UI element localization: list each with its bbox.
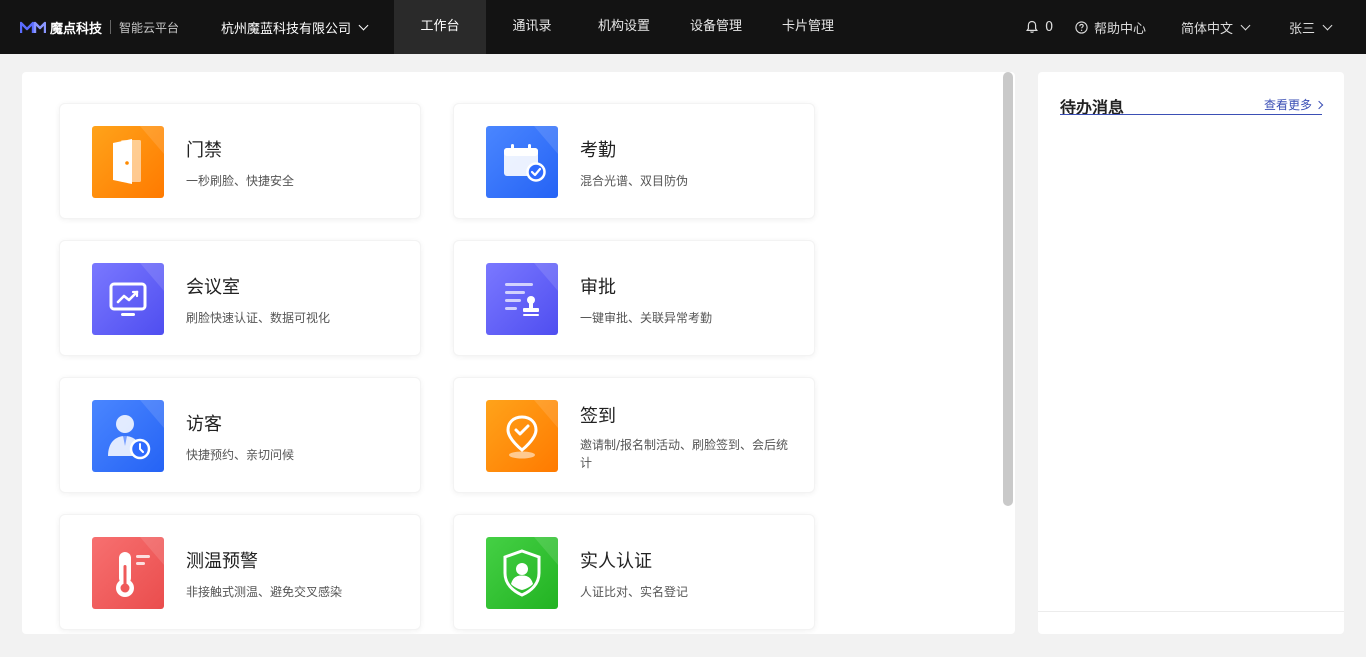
help-center-label: 帮助中心: [1094, 21, 1147, 37]
location-check-icon: [486, 400, 558, 472]
company-switcher[interactable]: 杭州魔蓝科技有限公司: [221, 18, 369, 37]
app-title: 签到: [580, 406, 616, 427]
bell-icon: [1026, 20, 1038, 33]
language-label: 简体中文: [1181, 21, 1234, 37]
app-description: 刷脸快速认证、数据可视化: [186, 311, 331, 325]
calendar-check-icon: [486, 126, 558, 198]
todo-panel: 待办消息 查看更多: [1038, 72, 1344, 634]
app-card-check-in[interactable]: 签到 邀请制/报名制活动、刷脸签到、会后统计: [453, 377, 815, 493]
language-selector[interactable]: 简体中文: [1181, 19, 1251, 37]
chevron-down-icon: [358, 20, 369, 31]
view-more-label: 查看更多: [1263, 98, 1312, 112]
nav-tab-organization[interactable]: 机构设置: [578, 0, 670, 54]
chevron-down-icon: [1240, 20, 1251, 30]
door-icon: [92, 126, 164, 198]
notification-button[interactable]: 0: [1025, 19, 1053, 35]
document-stamp-icon: [486, 263, 558, 335]
vertical-scrollbar[interactable]: [1003, 72, 1013, 506]
company-name: 杭州魔蓝科技有限公司: [221, 22, 352, 37]
shield-user-icon: [486, 537, 558, 609]
thermometer-icon: [92, 537, 164, 609]
nav-tab-devices[interactable]: 设备管理: [670, 0, 762, 54]
user-menu[interactable]: 张三: [1289, 19, 1333, 37]
todo-footer-divider: [1038, 611, 1344, 612]
brand-divider: [110, 20, 112, 34]
visitor-clock-icon: [92, 400, 164, 472]
app-card-approval[interactable]: 审批 一键审批、关联异常考勤: [453, 240, 815, 356]
app-title: 访客: [186, 414, 222, 435]
nav-tab-contacts[interactable]: 通讯录: [486, 0, 578, 54]
notification-count: 0: [1045, 19, 1054, 35]
app-description: 一键审批、关联异常考勤: [580, 311, 713, 325]
app-description: 混合光谱、双目防伪: [580, 174, 689, 188]
app-card-identity-verification[interactable]: 实人认证 人证比对、实名登记: [453, 514, 815, 630]
app-card-visitor[interactable]: 访客 快捷预约、亲切问候: [59, 377, 421, 493]
chevron-down-icon: [1322, 20, 1333, 30]
app-card-attendance[interactable]: 考勤 混合光谱、双目防伪: [453, 103, 815, 219]
nav-tab-cards[interactable]: 卡片管理: [762, 0, 854, 54]
app-title: 实人认证: [580, 551, 652, 572]
app-description: 人证比对、实名登记: [580, 585, 689, 599]
brand-logo-icon: [20, 21, 46, 33]
app-card-meeting-room[interactable]: 会议室 刷脸快速认证、数据可视化: [59, 240, 421, 356]
app-title: 门禁: [186, 140, 222, 161]
app-card-temperature-alert[interactable]: 测温预警 非接触式测温、避免交叉感染: [59, 514, 421, 630]
brand-logo[interactable]: 魔点科技 智能云平台: [20, 18, 180, 37]
chevron-right-icon: [1314, 100, 1324, 109]
app-title: 考勤: [580, 140, 616, 161]
app-title: 测温预警: [186, 551, 258, 572]
view-more-link[interactable]: 查看更多: [1263, 96, 1324, 113]
nav-tab-workbench[interactable]: 工作台: [394, 0, 486, 54]
app-grid-panel: 门禁 一秒刷脸、快捷安全 考勤 混合光谱、双目防伪 会议室 刷脸快速认证、数据可…: [22, 72, 1015, 634]
user-name: 张三: [1289, 21, 1316, 37]
help-center-link[interactable]: 帮助中心: [1075, 19, 1147, 37]
monitor-chart-icon: [92, 263, 164, 335]
brand-name: 魔点科技: [50, 21, 103, 37]
app-card-access-control[interactable]: 门禁 一秒刷脸、快捷安全: [59, 103, 421, 219]
app-title: 审批: [580, 277, 616, 298]
top-navigation-bar: 魔点科技 智能云平台 杭州魔蓝科技有限公司 工作台 通讯录 机构设置 设备管理 …: [0, 0, 1366, 54]
app-description: 快捷预约、亲切问候: [186, 448, 295, 462]
app-title: 会议室: [186, 277, 240, 298]
app-description: 一秒刷脸、快捷安全: [186, 174, 295, 188]
brand-subtitle: 智能云平台: [119, 20, 180, 35]
app-description: 非接触式测温、避免交叉感染: [186, 585, 343, 599]
main-nav: 工作台 通讯录 机构设置 设备管理 卡片管理: [394, 0, 854, 54]
todo-title-underline: [1060, 114, 1322, 115]
question-circle-icon: [1075, 20, 1088, 34]
app-description: 邀请制/报名制活动、刷脸签到、会后统计: [580, 438, 789, 470]
